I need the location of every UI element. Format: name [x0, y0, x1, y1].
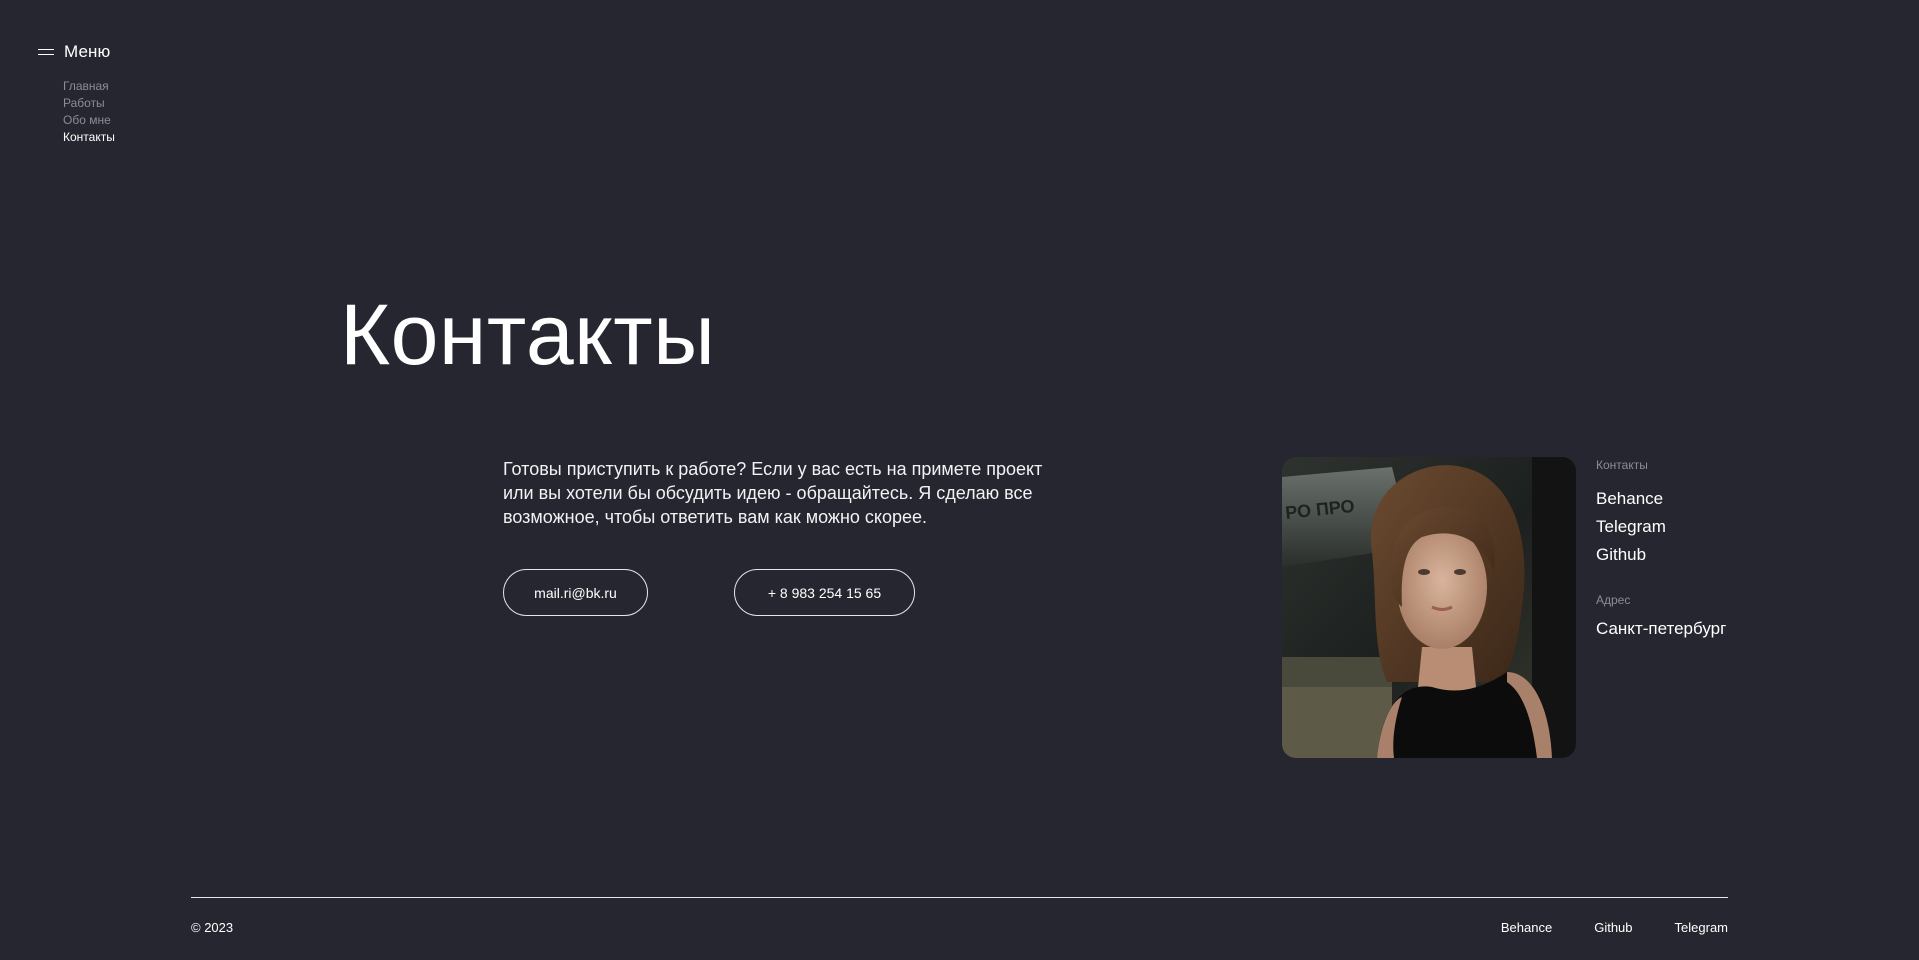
- telegram-link[interactable]: Telegram: [1596, 513, 1726, 541]
- social-links: Behance Telegram Github: [1596, 485, 1726, 569]
- footer-telegram-link[interactable]: Telegram: [1675, 920, 1728, 935]
- menu-item-home[interactable]: Главная: [63, 78, 115, 95]
- menu: Меню Главная Работы Обо мне Контакты: [38, 42, 115, 146]
- email-button[interactable]: mail.ri@bk.ru: [503, 569, 648, 616]
- contacts-page: Меню Главная Работы Обо мне Контакты Кон…: [0, 0, 1919, 960]
- footer-github-link[interactable]: Github: [1594, 920, 1632, 935]
- behance-link[interactable]: Behance: [1596, 485, 1726, 513]
- address-label: Адрес: [1596, 593, 1631, 607]
- contacts-label: Контакты: [1596, 458, 1648, 472]
- intro-text: Готовы приступить к работе? Если у вас е…: [503, 459, 1043, 527]
- menu-item-works[interactable]: Работы: [63, 95, 115, 112]
- contacts-sidebar: Контакты Behance Telegram Github Адрес С…: [1596, 458, 1726, 639]
- footer-links: Behance Github Telegram: [1501, 920, 1728, 935]
- menu-item-contacts[interactable]: Контакты: [63, 129, 115, 146]
- address-city: Санкт-петербург: [1596, 619, 1727, 638]
- page-title: Контакты: [340, 287, 716, 383]
- footer-behance-link[interactable]: Behance: [1501, 920, 1552, 935]
- github-link[interactable]: Github: [1596, 541, 1726, 569]
- menu-title: Меню: [64, 42, 111, 61]
- copyright: © 2023: [191, 920, 234, 935]
- menu-toggle[interactable]: Меню: [38, 42, 115, 62]
- phone-button[interactable]: + 8 983 254 15 65: [734, 569, 915, 616]
- menu-list: Главная Работы Обо мне Контакты: [63, 78, 115, 146]
- hamburger-icon: [38, 48, 54, 57]
- footer-divider: [191, 897, 1728, 898]
- portrait-photo: РО ПРО: [1282, 457, 1576, 758]
- menu-item-about[interactable]: Обо мне: [63, 112, 115, 129]
